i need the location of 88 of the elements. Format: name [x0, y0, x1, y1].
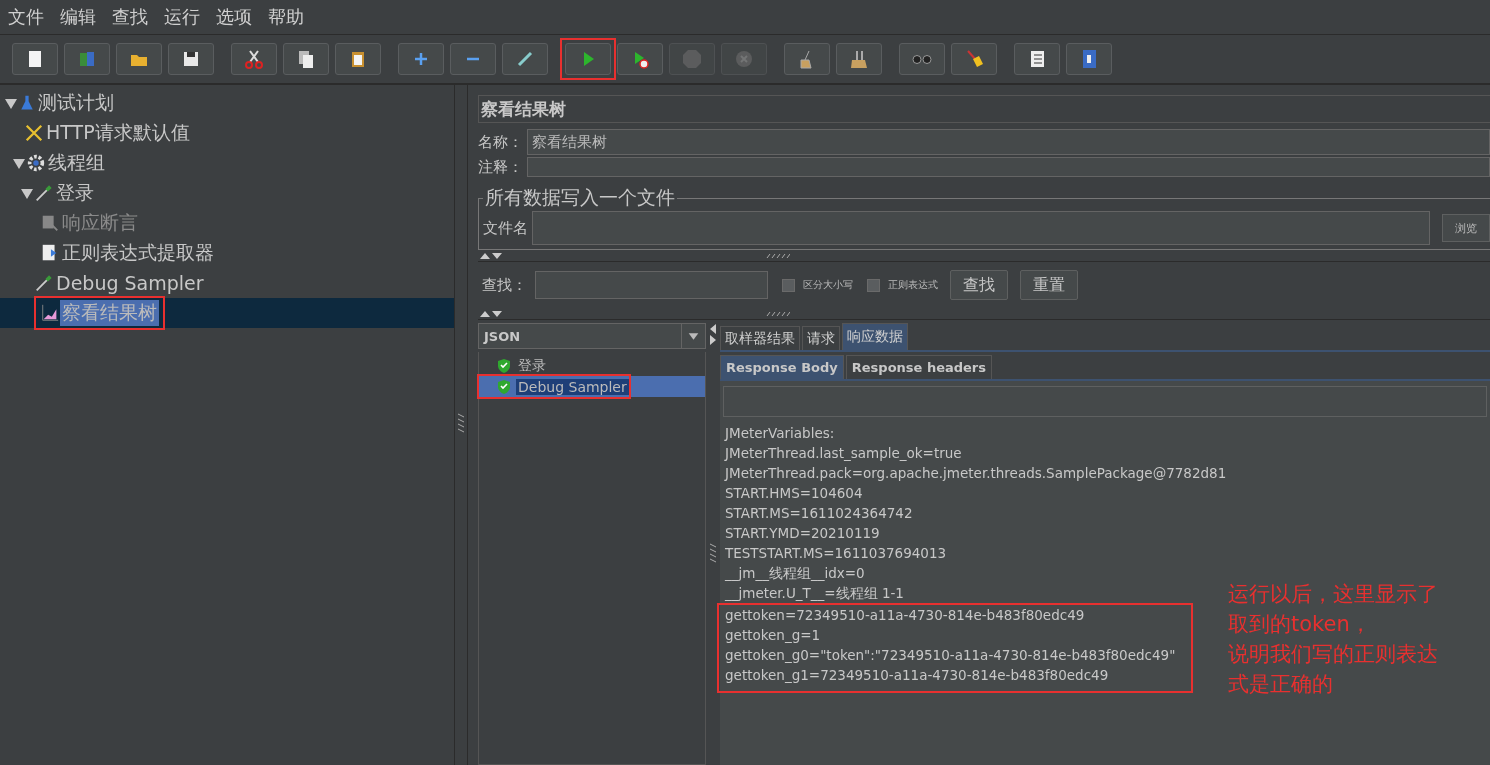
comment-label: 注释：: [478, 157, 523, 177]
response-tab[interactable]: Response Body: [720, 355, 844, 379]
chart-icon: [40, 303, 60, 323]
split-arrows-icon[interactable]: [708, 323, 718, 345]
case-checkbox[interactable]: [782, 278, 795, 292]
response-line: gettoken=72349510-a11a-4730-814e-b483f80edc49: [724, 606, 1085, 625]
name-field[interactable]: 察看结果树: [527, 129, 1490, 155]
binoculars-icon: [911, 53, 933, 65]
check-shield-icon: [497, 379, 511, 394]
response-line: __jmeter.U_T__=线程组 1-1: [724, 584, 904, 603]
response-tab[interactable]: Response headers: [845, 355, 993, 379]
scissors-icon: [243, 48, 265, 70]
menu-item[interactable]: 编辑: [60, 5, 96, 29]
response-search-field[interactable]: [723, 386, 1487, 417]
browse-button[interactable]: 浏览: [1442, 214, 1490, 242]
toolbar-button[interactable]: [617, 43, 663, 75]
splitter-grip-icon[interactable]: [766, 310, 790, 317]
toolbar-button[interactable]: [1066, 43, 1112, 75]
pipette-icon: [34, 183, 54, 203]
response-line: JMeterThread.last_sample_ok=true: [723, 444, 962, 463]
file-name-label: 文件名: [483, 218, 528, 238]
broom-icon: [848, 48, 870, 70]
toolbar-button[interactable]: [899, 43, 945, 75]
toolbar-button[interactable]: [335, 43, 381, 75]
panel-title: 察看结果树: [478, 95, 1490, 123]
menu-item[interactable]: 选项: [216, 5, 252, 29]
response-line: JMeterThread.pack=org.apache.jmeter.threads.SamplePackage@7782d81: [723, 464, 1227, 483]
name-label: 名称：: [478, 132, 523, 152]
file-group-legend: 所有数据写入一个文件: [483, 185, 677, 211]
response-line: START.HMS=104604: [724, 484, 863, 503]
expand-caret-icon[interactable]: [20, 186, 34, 200]
response-line: __jm__线程组__idx=0: [724, 564, 865, 583]
toolbar-button[interactable]: [168, 43, 214, 75]
regex-checkbox[interactable]: [867, 278, 880, 292]
menu-item[interactable]: 运行: [164, 5, 200, 29]
annotation-note: 说明我们写的正则表达: [1228, 641, 1438, 668]
splitter-grip-icon[interactable]: [766, 252, 790, 259]
tree-item-label[interactable]: 登录: [54, 180, 96, 206]
stop-icon: [681, 48, 703, 70]
case-checkbox-label: 区分大小写: [803, 278, 853, 292]
result-item-label[interactable]: Debug Sampler: [516, 378, 629, 395]
response-line: gettoken_g1=72349510-a11a-4730-814e-b483f80edc49: [724, 666, 1109, 685]
annotation-note: 运行以后，这里显示了: [1228, 581, 1438, 608]
response-line: TESTSTART.MS=1611037694013: [724, 544, 947, 563]
pipette-icon: [34, 273, 54, 293]
expand-caret-icon[interactable]: [4, 96, 18, 110]
check-shield-icon: [497, 358, 511, 373]
reset-button[interactable]: 重置: [1020, 270, 1078, 300]
collapse-arrows-icon[interactable]: [480, 251, 504, 260]
result-tab[interactable]: 取样器结果: [720, 326, 800, 350]
file-name-field[interactable]: [532, 211, 1430, 245]
menu-item[interactable]: 查找: [112, 5, 148, 29]
tree-item-label[interactable]: 线程组: [46, 150, 107, 176]
collapse-arrows-icon[interactable]: [480, 309, 504, 318]
response-line: START.MS=1611024364742: [724, 504, 913, 523]
tree-item-label[interactable]: 测试计划: [36, 90, 116, 116]
renderer-dropdown[interactable]: JSON: [478, 323, 706, 349]
result-tab[interactable]: 请求: [802, 326, 840, 350]
result-item-label[interactable]: 登录: [516, 356, 548, 375]
search-field[interactable]: [535, 271, 768, 299]
close-icon: [733, 48, 755, 70]
find-button[interactable]: 查找: [950, 270, 1008, 300]
toolbar-button[interactable]: [1014, 43, 1060, 75]
flask-icon: [18, 93, 36, 113]
menu-item[interactable]: 帮助: [268, 5, 304, 29]
tree-item-label[interactable]: Debug Sampler: [54, 272, 206, 294]
toolbar-button[interactable]: [283, 43, 329, 75]
toolbar-button[interactable]: [502, 43, 548, 75]
toolbar-button[interactable]: [12, 43, 58, 75]
tree-item-label[interactable]: HTTP请求默认值: [44, 120, 192, 146]
response-line: START.YMD=20210119: [724, 524, 880, 543]
response-line: JMeterVariables:: [723, 424, 835, 443]
toolbar-button[interactable]: [116, 43, 162, 75]
minus-icon: [466, 57, 480, 61]
search-label: 查找：: [482, 275, 527, 295]
toolbar-button[interactable]: [951, 43, 997, 75]
response-line: gettoken_g=1: [724, 626, 821, 645]
menu-item[interactable]: 文件: [8, 5, 44, 29]
tree-item-label[interactable]: 正则表达式提取器: [60, 240, 216, 266]
annotation-note: 取到的token，: [1228, 611, 1372, 638]
gear-icon: [26, 153, 46, 173]
comment-field[interactable]: [527, 157, 1490, 177]
expand-caret-icon[interactable]: [12, 156, 26, 170]
toolbar-button[interactable]: [231, 43, 277, 75]
result-tab[interactable]: 响应数据: [842, 323, 908, 350]
regex-checkbox-label: 正则表达式: [888, 278, 938, 292]
annotation-note: 式是正确的: [1228, 671, 1334, 698]
response-line: gettoken_g0="token":"72349510-a11a-4730-814e-b483f80edc49": [724, 646, 1176, 665]
